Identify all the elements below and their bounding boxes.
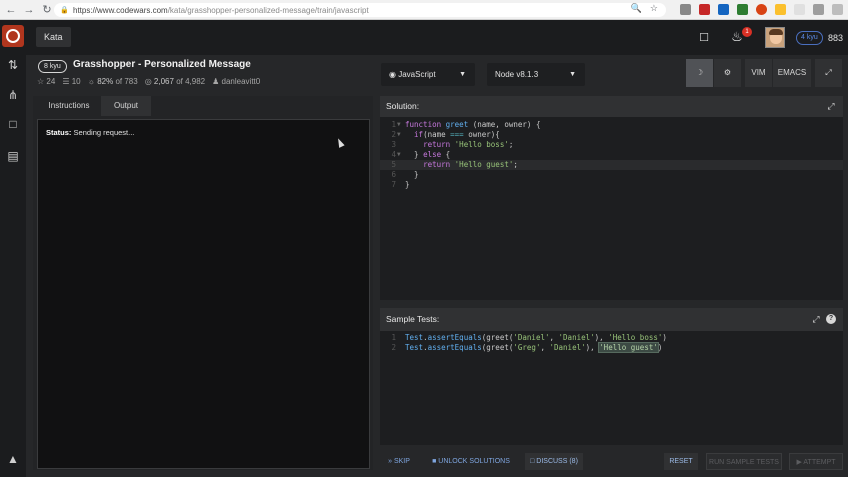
skip-icon: » (388, 458, 392, 465)
url-text: https://www.codewars.com/kata/grasshoppe… (73, 6, 369, 15)
runtime-select[interactable]: Node v8.1.3 ▼ (487, 63, 585, 86)
docs-icon[interactable]: ▤ (5, 149, 21, 163)
code-line: 3 return 'Hello boss'; (391, 140, 514, 149)
expand-icon: ⤢ (825, 68, 832, 77)
lock-icon: ■ (432, 458, 437, 465)
address-bar[interactable]: 🔒 https://www.codewars.com/kata/grasshop… (54, 3, 666, 17)
extension-icon[interactable] (737, 4, 748, 15)
output-console[interactable]: Status: Sending request... (37, 119, 370, 469)
moon-icon: ☽ (695, 68, 704, 77)
tab-instructions[interactable]: Instructions (37, 96, 101, 116)
practice-icon[interactable]: ⇅ (5, 58, 21, 72)
collection-icon: ☰ (62, 77, 70, 86)
expand-icon[interactable]: ⤢ (826, 101, 836, 111)
solution-title: Solution: (386, 101, 420, 111)
author-stat[interactable]: ♟ danleavitt0 (212, 77, 260, 86)
chevron-down-icon: ▼ (569, 71, 576, 78)
solution-editor[interactable]: 1 ▼ function greet (name, owner) { 2 ▼ if(n… (380, 117, 843, 300)
settings-button[interactable]: ⚙ (714, 59, 741, 87)
extension-icon[interactable] (794, 4, 805, 15)
kata-stats: ☆ 24 ☰ 10 ☼ 82% of 783 ◎ 2,067 of 4,982 … (37, 77, 260, 86)
bookmark-icon[interactable]: □ (696, 28, 712, 46)
extension-icon[interactable] (680, 4, 691, 15)
status-label: Status: (46, 128, 72, 137)
code-line: 5 return 'Hello guest'; (380, 160, 843, 170)
sample-tests-title: Sample Tests: (386, 314, 440, 324)
skip-button[interactable]: » SKIP (384, 453, 414, 470)
stars-stat[interactable]: ☆ 24 (37, 77, 55, 86)
extension-icon[interactable] (718, 4, 729, 15)
reload-icon[interactable]: ↻ (40, 3, 54, 17)
extension-icon[interactable] (813, 4, 824, 15)
code-line: 4 ▼ } else { (391, 150, 451, 159)
emacs-mode-button[interactable]: EMACS (773, 59, 811, 87)
code-line: 1 Test.assertEquals(greet('Daniel', 'Dani… (391, 333, 667, 342)
vim-mode-button[interactable]: VIM (745, 59, 772, 87)
extension-icons: ⋮ (680, 4, 848, 15)
url-path: /kata/grasshopper-personalized-message/t… (167, 5, 369, 15)
sample-tests-header: Sample Tests: ⤢ ? (380, 308, 843, 331)
back-icon[interactable]: ← (4, 3, 18, 17)
fork-icon[interactable]: ⋔ (5, 88, 21, 102)
url-host: https://www.codewars.com (73, 5, 168, 15)
star-icon: ☆ (37, 77, 45, 86)
satisfaction-stat: ☼ 82% of 783 (87, 77, 138, 86)
kyu-badge: 8 kyu (38, 60, 67, 73)
bookmark-star-icon[interactable]: ☆ (650, 3, 658, 14)
collections-stat[interactable]: ☰ 10 (62, 77, 80, 86)
codewars-logo[interactable] (2, 25, 24, 47)
notification-badge: 1 (742, 27, 752, 37)
help-icon[interactable]: ? (826, 314, 836, 324)
solution-header: Solution: ⤢ (380, 96, 843, 117)
extension-icon[interactable] (832, 4, 843, 15)
tab-output[interactable]: Output (101, 96, 151, 116)
dark-theme-button[interactable]: ☽ (686, 59, 713, 87)
code-line: 2 Test.assertEquals(greet('Greg', 'Daniel… (391, 342, 663, 353)
lock-icon: 🔒 (60, 7, 69, 14)
language-icon: ◉ (389, 70, 396, 79)
rating-icon: ☼ (87, 77, 95, 86)
forward-icon[interactable]: → (22, 3, 36, 17)
code-line: 7} (391, 180, 410, 189)
rank-badge: 4 kyu (796, 31, 823, 45)
status-line: Status: Sending request... (46, 128, 134, 137)
sample-tests-editor[interactable]: 1 Test.assertEquals(greet('Daniel', 'Dani… (380, 331, 843, 445)
instructions-panel: Instructions Output Status: Sending requ… (33, 96, 373, 470)
gear-icon: ⚙ (723, 68, 732, 77)
chat-icon: □ (530, 458, 535, 465)
app-topbar: Kata □ ♨ 1 4 kyu 883 (26, 20, 848, 55)
target-icon: ◎ (144, 77, 152, 86)
reset-button[interactable]: RESET (664, 453, 698, 470)
code-line: 6 } (391, 170, 419, 179)
status-text: Sending request... (73, 128, 135, 137)
extension-icon[interactable] (775, 4, 786, 15)
honor-score: 883 (828, 33, 844, 43)
user-icon: ♟ (212, 77, 220, 86)
unlock-solutions-button[interactable]: ■ UNLOCK SOLUTIONS (427, 453, 515, 470)
extension-icon[interactable] (756, 4, 767, 15)
zoom-icon[interactable]: 🔍 (631, 3, 642, 14)
trophy-icon[interactable]: ▲ (5, 452, 21, 466)
browser-toolbar: ← → ↻ 🔒 https://www.codewars.com/kata/gr… (0, 0, 848, 20)
chevron-down-icon: ▼ (459, 71, 466, 78)
run-sample-tests-button[interactable]: RUN SAMPLE TESTS (706, 453, 782, 470)
code-line: 2 ▼ if(name === owner){ (391, 130, 500, 139)
discuss-button[interactable]: □ DISCUSS (8) (525, 453, 583, 470)
kata-nav-tab[interactable]: Kata (36, 27, 71, 47)
app-sidebar: ⇅ ⋔ □ ▤ ▲ (0, 20, 26, 477)
fullscreen-button[interactable]: ⤢ (815, 59, 842, 87)
action-bar: » SKIP ■ UNLOCK SOLUTIONS □ DISCUSS (8) … (380, 451, 843, 472)
play-icon: ▶ (796, 459, 802, 466)
kata-title[interactable]: Grasshopper - Personalized Message (73, 59, 251, 70)
completed-stat: ◎ 2,067 of 4,982 (144, 77, 206, 86)
kata-header: 8 kyu Grasshopper - Personalized Message… (26, 55, 848, 94)
extension-icon[interactable] (699, 4, 710, 15)
language-select[interactable]: ◉ JavaScript ▼ (381, 63, 475, 86)
chat-icon[interactable]: □ (5, 117, 21, 131)
attempt-button[interactable]: ▶ ATTEMPT (789, 453, 843, 470)
code-line: 1 ▼ function greet (name, owner) { (391, 120, 541, 129)
expand-icon[interactable]: ⤢ (811, 314, 821, 324)
avatar[interactable] (765, 27, 785, 48)
address-bar-icons: 🔍 ☆ (631, 3, 658, 14)
